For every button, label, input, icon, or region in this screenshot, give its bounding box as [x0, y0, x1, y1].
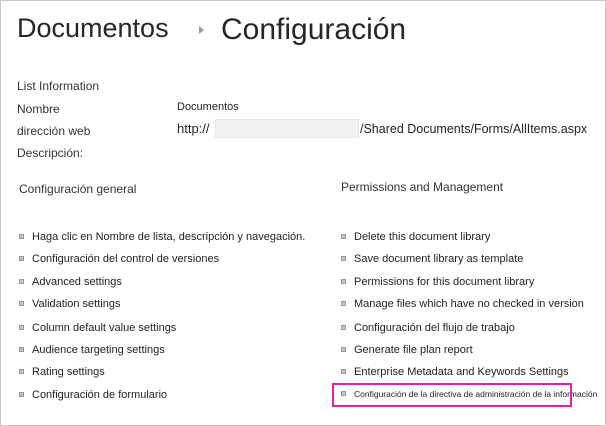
bullet-icon [341, 369, 346, 374]
description-label: Descripción: [17, 146, 84, 160]
bullet-icon [19, 279, 24, 284]
permissions-link[interactable]: Enterprise Metadata and Keywords Setting… [354, 364, 569, 380]
permissions-link[interactable]: Save document library as template [354, 251, 523, 267]
bullet-icon [19, 325, 24, 330]
general-setting-link[interactable]: Validation settings [32, 296, 120, 312]
general-setting-link[interactable]: Advanced settings [32, 274, 122, 290]
redacted-server-name [215, 119, 359, 138]
breadcrumb-site-link[interactable]: Documentos [17, 13, 169, 44]
bullet-icon [341, 325, 346, 330]
general-setting-link[interactable]: Rating settings [32, 364, 105, 380]
page-title: Configuración [221, 13, 407, 46]
web-address-path[interactable]: /Shared Documents/Forms/AllItems.aspx [360, 122, 587, 136]
permissions-link[interactable]: Configuración del flujo de trabajo [354, 320, 515, 336]
bullet-icon [19, 301, 24, 306]
bullet-icon [19, 256, 24, 261]
bullet-icon [341, 347, 346, 352]
web-address-prefix: http:// [177, 121, 210, 136]
list-information-heading: List Information [17, 79, 100, 93]
permissions-link[interactable]: Generate file plan report [354, 342, 473, 358]
settings-page: Documentos Configuración List Informatio… [0, 0, 606, 426]
bullet-icon [19, 369, 24, 374]
name-value: Documentos [177, 101, 239, 113]
bullet-icon [19, 392, 24, 397]
permissions-heading: Permissions and Management [341, 180, 504, 194]
bullet-icon [341, 301, 346, 306]
name-label: Nombre [17, 102, 60, 116]
permissions-link[interactable]: Manage files which have no checked in ve… [354, 296, 584, 312]
bullet-icon [19, 347, 24, 352]
bullet-icon [341, 256, 346, 261]
general-setting-link[interactable]: Column default value settings [32, 320, 176, 336]
web-address-label: dirección web [17, 124, 91, 138]
bullet-icon [19, 234, 24, 239]
general-setting-link[interactable]: Configuración de formulario [32, 387, 167, 403]
general-setting-link[interactable]: Configuración del control de versiones [32, 251, 219, 267]
general-setting-link[interactable]: Audience targeting settings [32, 342, 165, 358]
general-setting-link[interactable]: Haga clic en Nombre de lista, descripció… [32, 229, 305, 245]
permissions-link[interactable]: Permissions for this document library [354, 274, 534, 290]
bullet-icon [341, 279, 346, 284]
highlight-box [332, 383, 572, 407]
general-settings-heading: Configuración general [19, 182, 137, 196]
breadcrumb-separator-icon [199, 26, 204, 34]
bullet-icon [341, 234, 346, 239]
permissions-link[interactable]: Delete this document library [354, 229, 490, 245]
